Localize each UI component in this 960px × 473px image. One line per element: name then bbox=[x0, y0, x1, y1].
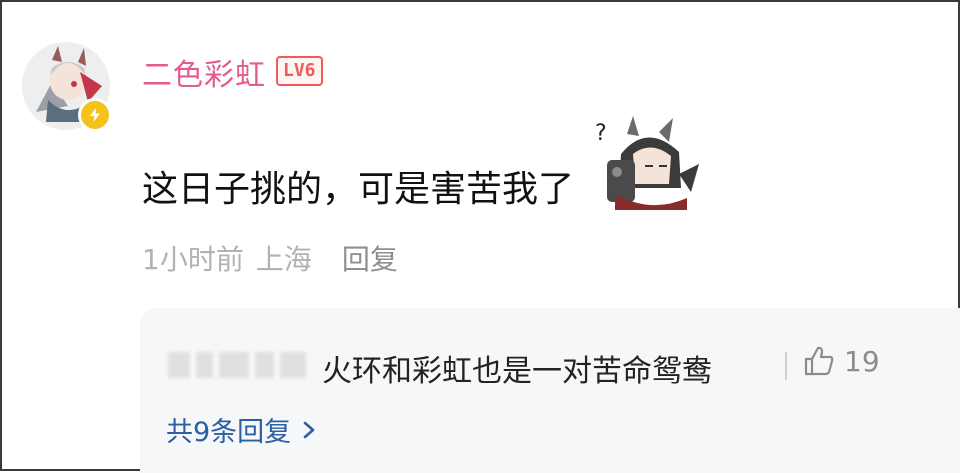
blurred-reply-username bbox=[168, 350, 306, 380]
username[interactable]: 二色彩虹 bbox=[142, 50, 266, 94]
comment-location: 上海 bbox=[255, 243, 312, 276]
chevron-right-icon bbox=[303, 421, 315, 438]
like-button[interactable]: 19 bbox=[802, 344, 880, 378]
view-all-replies-label: 共9条回复 bbox=[166, 417, 292, 448]
sticker-emoji: ? bbox=[587, 114, 705, 214]
comment-text: 这日子挑的，可是害苦我了 bbox=[142, 169, 575, 210]
thumbs-up-icon bbox=[804, 346, 834, 376]
lightning-bolt-icon bbox=[90, 108, 100, 122]
comment-time: 1小时前 bbox=[142, 243, 244, 276]
comment-card: 二色彩虹 LV6 这日子挑的，可是害苦我了 ? 1小时前 上海 回复 火环和彩虹… bbox=[0, 0, 960, 473]
reply-button[interactable]: 回复 bbox=[342, 238, 398, 278]
comment-meta: 1小时前 上海 回复 bbox=[142, 238, 398, 278]
view-all-replies-link[interactable]: 共9条回复 bbox=[166, 410, 317, 449]
sticker-illustration: ? bbox=[595, 116, 699, 210]
reply-text: 火环和彩虹也是一对苦命鸳鸯 bbox=[322, 354, 712, 389]
divider bbox=[785, 352, 787, 380]
level-badge: LV6 bbox=[276, 56, 323, 86]
verified-badge bbox=[78, 98, 112, 132]
like-count: 19 bbox=[844, 344, 880, 378]
replies-preview: 火环和彩虹也是一对苦命鸳鸯 19 共9条回复 bbox=[140, 308, 960, 473]
svg-text:?: ? bbox=[595, 121, 607, 146]
